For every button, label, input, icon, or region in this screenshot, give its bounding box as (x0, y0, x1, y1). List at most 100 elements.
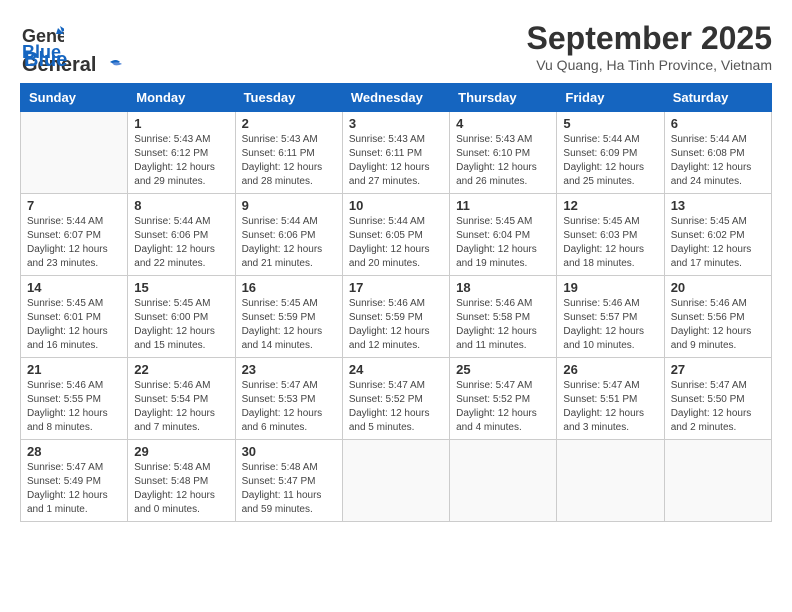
calendar-cell: 3Sunrise: 5:43 AM Sunset: 6:11 PM Daylig… (342, 112, 449, 194)
calendar-cell: 11 Sunrise: 5:45 AM Sunset: 6:04 PM Dayli… (450, 194, 557, 276)
day-number: 22 (134, 362, 228, 377)
day-number: 11 (456, 198, 550, 213)
day-number: 25 (456, 362, 550, 377)
day-number: 28 (27, 444, 121, 459)
cell-content: Sunrise: 5:44 AM Sunset: 6:06 PM Dayligh… (134, 215, 228, 271)
day-number: 29 (134, 444, 228, 459)
cell-content: Sunrise: 5:47 AM Sunset: 5:50 PM Dayligh… (671, 379, 765, 435)
day-number: 18 (456, 280, 550, 295)
cell-content: Sunrise: 5:46 AM Sunset: 5:58 PM Dayligh… (456, 297, 550, 353)
calendar-cell: 18 Sunrise: 5:46 AM Sunset: 5:58 PM Dayli… (450, 276, 557, 358)
cell-content: Sunrise: 5:43 AM Sunset: 6:11 PM Dayligh… (242, 133, 336, 189)
day-number: 5 (563, 116, 657, 131)
calendar-cell: 17 Sunrise: 5:46 AM Sunset: 5:59 PM Dayli… (342, 276, 449, 358)
calendar-cell (557, 440, 664, 522)
calendar-cell: 2 Sunrise: 5:43 AM Sunset: 6:11 PM Daylig… (235, 112, 342, 194)
calendar-cell: 21 Sunrise: 5:46 AM Sunset: 5:55 PM Dayli… (21, 358, 128, 440)
calendar-cell: 25 Sunrise: 5:47 AM Sunset: 5:52 PM Dayli… (450, 358, 557, 440)
day-number: 8 (134, 198, 228, 213)
calendar-week-row: 1Sunrise: 5:43 AM Sunset: 6:12 PM Daylig… (21, 112, 772, 194)
calendar-cell: 4 Sunrise: 5:43 AM Sunset: 6:10 PM Daylig… (450, 112, 557, 194)
weekday-header-monday: Monday (128, 84, 235, 112)
cell-content: Sunrise: 5:46 AM Sunset: 5:59 PM Dayligh… (349, 297, 443, 353)
cell-content: Sunrise: 5:44 AM Sunset: 6:06 PM Dayligh… (242, 215, 336, 271)
cell-content: Sunrise: 5:45 AM Sunset: 6:02 PM Dayligh… (671, 215, 765, 271)
day-number: 12 (563, 198, 657, 213)
day-number: 4 (456, 116, 550, 131)
day-number: 30 (242, 444, 336, 459)
cell-content: Sunrise: 5:46 AM Sunset: 5:55 PM Dayligh… (27, 379, 121, 435)
day-number: 9 (242, 198, 336, 213)
day-number: 2 (242, 116, 336, 131)
day-number: 17 (349, 280, 443, 295)
cell-content: Sunrise: 5:43 AM Sunset: 6:12 PM Dayligh… (134, 133, 228, 189)
calendar-header-row: SundayMondayTuesdayWednesdayThursdayFrid… (21, 84, 772, 112)
cell-content: Sunrise: 5:47 AM Sunset: 5:51 PM Dayligh… (563, 379, 657, 435)
calendar-cell: 29 Sunrise: 5:48 AM Sunset: 5:48 PM Dayli… (128, 440, 235, 522)
day-number: 21 (27, 362, 121, 377)
calendar-cell: 26 Sunrise: 5:47 AM Sunset: 5:51 PM Dayli… (557, 358, 664, 440)
calendar-cell: 27 Sunrise: 5:47 AM Sunset: 5:50 PM Dayli… (664, 358, 771, 440)
day-number: 7 (27, 198, 121, 213)
calendar-cell (450, 440, 557, 522)
calendar-cell: 16Sunrise: 5:45 AM Sunset: 5:59 PM Dayli… (235, 276, 342, 358)
weekday-header-tuesday: Tuesday (235, 84, 342, 112)
calendar-cell: 22 Sunrise: 5:46 AM Sunset: 5:54 PM Dayli… (128, 358, 235, 440)
weekday-header-thursday: Thursday (450, 84, 557, 112)
cell-content: Sunrise: 5:47 AM Sunset: 5:52 PM Dayligh… (349, 379, 443, 435)
day-number: 26 (563, 362, 657, 377)
day-number: 13 (671, 198, 765, 213)
cell-content: Sunrise: 5:47 AM Sunset: 5:52 PM Dayligh… (456, 379, 550, 435)
calendar-cell: 23 Sunrise: 5:47 AM Sunset: 5:53 PM Dayli… (235, 358, 342, 440)
calendar-cell: 9 Sunrise: 5:44 AM Sunset: 6:06 PM Daylig… (235, 194, 342, 276)
day-number: 23 (242, 362, 336, 377)
day-number: 3 (349, 116, 443, 131)
day-number: 14 (27, 280, 121, 295)
weekday-header-wednesday: Wednesday (342, 84, 449, 112)
cell-content: Sunrise: 5:46 AM Sunset: 5:54 PM Dayligh… (134, 379, 228, 435)
day-number: 10 (349, 198, 443, 213)
calendar-week-row: 7Sunrise: 5:44 AM Sunset: 6:07 PM Daylig… (21, 194, 772, 276)
calendar-cell: 7Sunrise: 5:44 AM Sunset: 6:07 PM Daylig… (21, 194, 128, 276)
cell-content: Sunrise: 5:45 AM Sunset: 6:01 PM Dayligh… (27, 297, 121, 353)
cell-content: Sunrise: 5:45 AM Sunset: 6:04 PM Dayligh… (456, 215, 550, 271)
calendar-cell (342, 440, 449, 522)
cell-content: Sunrise: 5:43 AM Sunset: 6:10 PM Dayligh… (456, 133, 550, 189)
calendar-week-row: 28 Sunrise: 5:47 AM Sunset: 5:49 PM Dayli… (21, 440, 772, 522)
day-number: 16 (242, 280, 336, 295)
day-number: 24 (349, 362, 443, 377)
cell-content: Sunrise: 5:45 AM Sunset: 6:00 PM Dayligh… (134, 297, 228, 353)
cell-content: Sunrise: 5:44 AM Sunset: 6:08 PM Dayligh… (671, 133, 765, 189)
calendar-cell (21, 112, 128, 194)
day-number: 15 (134, 280, 228, 295)
weekday-header-saturday: Saturday (664, 84, 771, 112)
day-number: 20 (671, 280, 765, 295)
day-number: 6 (671, 116, 765, 131)
cell-content: Sunrise: 5:45 AM Sunset: 6:03 PM Dayligh… (563, 215, 657, 271)
calendar-cell: 1Sunrise: 5:43 AM Sunset: 6:12 PM Daylig… (128, 112, 235, 194)
calendar-cell: 24 Sunrise: 5:47 AM Sunset: 5:52 PM Dayli… (342, 358, 449, 440)
cell-content: Sunrise: 5:44 AM Sunset: 6:05 PM Dayligh… (349, 215, 443, 271)
calendar-cell: 30 Sunrise: 5:48 AM Sunset: 5:47 PM Dayli… (235, 440, 342, 522)
weekday-header-friday: Friday (557, 84, 664, 112)
cell-content: Sunrise: 5:47 AM Sunset: 5:53 PM Dayligh… (242, 379, 336, 435)
calendar-cell: 5 Sunrise: 5:44 AM Sunset: 6:09 PM Daylig… (557, 112, 664, 194)
title-section: September 2025 Vu Quang, Ha Tinh Provinc… (527, 20, 772, 73)
month-title: September 2025 (527, 20, 772, 57)
cell-content: Sunrise: 5:48 AM Sunset: 5:47 PM Dayligh… (242, 461, 336, 517)
cell-content: Sunrise: 5:46 AM Sunset: 5:57 PM Dayligh… (563, 297, 657, 353)
calendar-cell: 20 Sunrise: 5:46 AM Sunset: 5:56 PM Dayli… (664, 276, 771, 358)
day-number: 27 (671, 362, 765, 377)
calendar-cell: 15 Sunrise: 5:45 AM Sunset: 6:00 PM Dayli… (128, 276, 235, 358)
calendar-cell: 28 Sunrise: 5:47 AM Sunset: 5:49 PM Dayli… (21, 440, 128, 522)
calendar-week-row: 14 Sunrise: 5:45 AM Sunset: 6:01 PM Dayli… (21, 276, 772, 358)
calendar-cell: 8 Sunrise: 5:44 AM Sunset: 6:06 PM Daylig… (128, 194, 235, 276)
calendar-cell: 14 Sunrise: 5:45 AM Sunset: 6:01 PM Dayli… (21, 276, 128, 358)
weekday-header-sunday: Sunday (21, 84, 128, 112)
cell-content: Sunrise: 5:46 AM Sunset: 5:56 PM Dayligh… (671, 297, 765, 353)
day-number: 19 (563, 280, 657, 295)
calendar-table: SundayMondayTuesdayWednesdayThursdayFrid… (20, 83, 772, 522)
cell-content: Sunrise: 5:47 AM Sunset: 5:49 PM Dayligh… (27, 461, 121, 517)
cell-content: Sunrise: 5:44 AM Sunset: 6:09 PM Dayligh… (563, 133, 657, 189)
cell-content: Sunrise: 5:48 AM Sunset: 5:48 PM Dayligh… (134, 461, 228, 517)
